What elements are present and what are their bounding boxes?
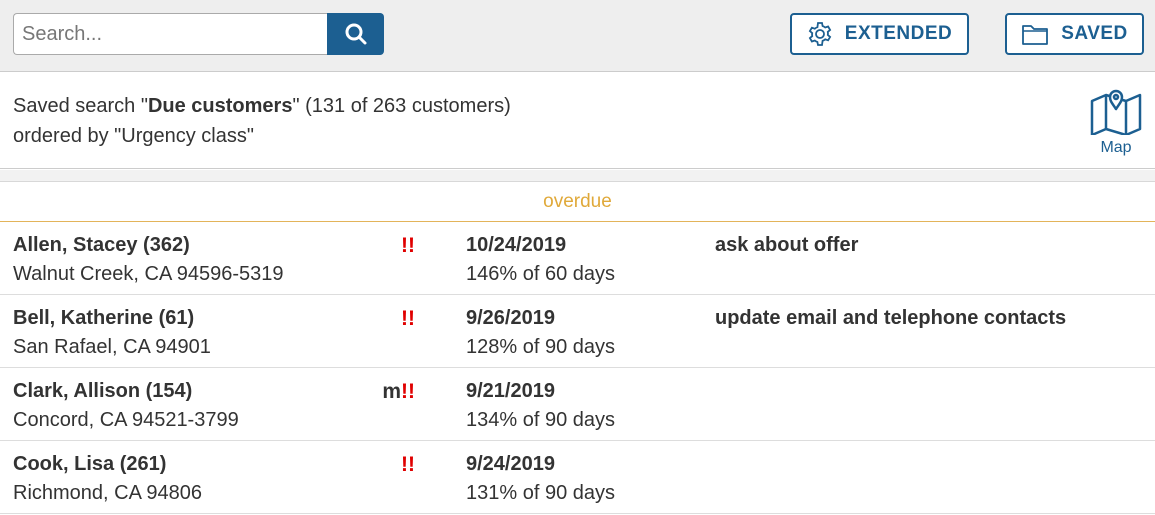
toolbar: EXTENDED SAVED (0, 0, 1155, 72)
saved-searches-button[interactable]: SAVED (1005, 13, 1144, 55)
overdue-percent: 128% of 90 days (466, 336, 615, 358)
customer-note: ask about offer (715, 234, 859, 256)
customer-name: Cook, Lisa (261) (13, 453, 167, 475)
customer-city: Concord, CA 94521-3799 (13, 409, 239, 431)
customer-row[interactable]: Cook, Lisa (261) Richmond, CA 94806 !! 9… (0, 441, 1155, 514)
sort-order: ordered by "Urgency class" (13, 125, 254, 147)
search-summary: Saved search "Due customers" (131 of 263… (0, 73, 1155, 169)
folder-icon (1021, 22, 1049, 46)
search-input[interactable] (13, 13, 327, 55)
group-header-overdue: overdue (0, 182, 1155, 222)
overdue-percent: 146% of 60 days (466, 263, 615, 285)
customer-row[interactable]: Bell, Katherine (61) San Rafael, CA 9490… (0, 295, 1155, 368)
map-icon (1089, 85, 1143, 135)
urgency-indicator: !! (401, 234, 415, 257)
extended-label: EXTENDED (844, 23, 953, 44)
search-bar (13, 13, 384, 55)
customer-name: Bell, Katherine (61) (13, 307, 195, 329)
saved-search-description: Saved search "Due customers" (131 of 263… (13, 95, 511, 117)
saved-search-name: Due customers (147, 95, 293, 117)
customer-city: Walnut Creek, CA 94596-5319 (13, 263, 284, 285)
customer-row[interactable]: Clark, Allison (154) Concord, CA 94521-3… (0, 368, 1155, 441)
overdue-percent: 131% of 90 days (466, 482, 615, 504)
overdue-percent: 134% of 90 days (466, 409, 615, 431)
search-icon (344, 22, 368, 46)
due-date: 9/21/2019 (466, 380, 555, 402)
urgency-indicator: m!! (382, 380, 415, 403)
due-date: 9/24/2019 (466, 453, 555, 475)
search-button[interactable] (327, 13, 384, 55)
customer-list: Allen, Stacey (362) Walnut Creek, CA 945… (0, 222, 1155, 514)
due-date: 10/24/2019 (466, 234, 567, 256)
customer-name: Clark, Allison (154) (13, 380, 193, 402)
gear-icon (807, 21, 833, 47)
customer-city: San Rafael, CA 94901 (13, 336, 211, 358)
due-date: 9/26/2019 (466, 307, 555, 329)
customer-note: update email and telephone contacts (715, 307, 1067, 329)
urgency-indicator: !! (401, 453, 415, 476)
divider (0, 170, 1155, 182)
map-label: Map (1100, 139, 1132, 156)
customer-city: Richmond, CA 94806 (13, 482, 203, 504)
map-button[interactable]: Map (1084, 85, 1148, 163)
urgency-indicator: !! (401, 307, 415, 330)
customer-row[interactable]: Allen, Stacey (362) Walnut Creek, CA 945… (0, 222, 1155, 295)
customer-name: Allen, Stacey (362) (13, 234, 190, 256)
extended-search-button[interactable]: EXTENDED (790, 13, 969, 55)
saved-label: SAVED (1061, 23, 1128, 44)
